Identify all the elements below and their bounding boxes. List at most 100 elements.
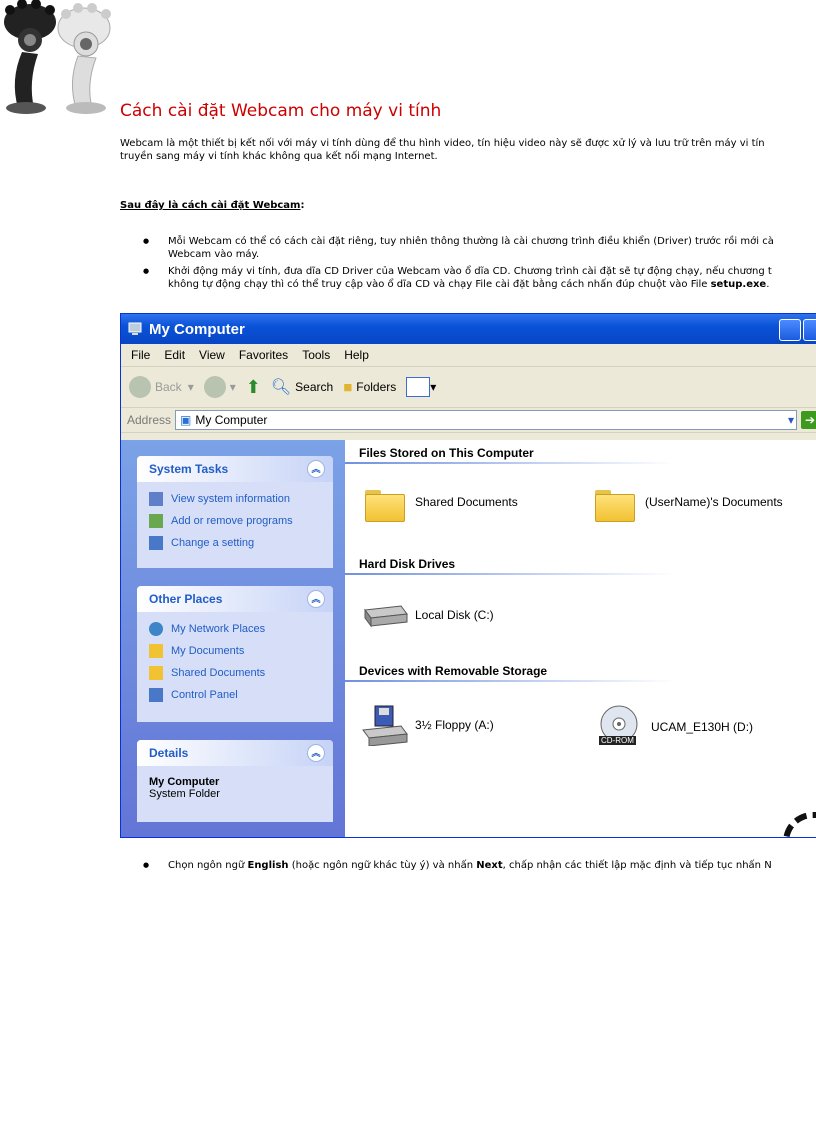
search-label: Search bbox=[295, 380, 334, 394]
forward-button[interactable]: ▾ bbox=[203, 376, 236, 398]
item-label: 3½ Floppy (A:) bbox=[415, 718, 494, 732]
network-icon bbox=[149, 622, 163, 636]
add-remove-icon bbox=[149, 514, 163, 528]
menu-view[interactable]: View bbox=[199, 348, 225, 362]
my-computer-icon bbox=[128, 322, 142, 335]
task-view-system-info[interactable]: View system information bbox=[137, 488, 333, 510]
task-label: View system information bbox=[171, 493, 291, 505]
menu-favorites[interactable]: Favorites bbox=[239, 348, 288, 362]
floppy-drive-item[interactable]: 3½ Floppy (A:) bbox=[361, 704, 494, 746]
user-documents-item[interactable]: (UserName)'s Documents bbox=[595, 486, 783, 522]
cdrom-icon: CD-ROM bbox=[595, 704, 643, 750]
toolbar: Back ▾ ▾ ⬆ 🔍︎ Search ■ Folders ▾ bbox=[121, 367, 816, 408]
task-add-remove-programs[interactable]: Add or remove programs bbox=[137, 510, 333, 532]
other-places-title: Other Places bbox=[149, 592, 223, 606]
highlight-dashed-outline bbox=[783, 812, 816, 837]
control-panel-icon bbox=[149, 688, 163, 702]
address-computer-icon: ▣ bbox=[180, 413, 192, 427]
place-label: My Documents bbox=[171, 645, 245, 657]
place-label: Control Panel bbox=[171, 689, 238, 701]
menu-help[interactable]: Help bbox=[344, 348, 369, 362]
intro-paragraph: Webcam là một thiết bị kết nối với máy v… bbox=[120, 137, 816, 163]
local-disk-item[interactable]: Local Disk (C:) bbox=[361, 600, 494, 630]
item-label: UCAM_E130H (D:) bbox=[651, 720, 754, 734]
menu-tools[interactable]: Tools bbox=[302, 348, 330, 362]
details-name: My Computer bbox=[149, 776, 220, 788]
system-info-icon bbox=[149, 492, 163, 506]
views-button[interactable]: ▾ bbox=[406, 377, 436, 397]
search-button[interactable]: 🔍︎ Search bbox=[271, 377, 333, 397]
collapse-chevron-icon[interactable]: ︽ bbox=[307, 460, 325, 478]
control-panel-icon bbox=[149, 536, 163, 550]
folder-icon bbox=[595, 486, 635, 522]
system-tasks-title: System Tasks bbox=[149, 462, 229, 476]
folder-icon bbox=[149, 644, 163, 658]
folders-icon: ■ bbox=[343, 378, 353, 396]
system-tasks-header[interactable]: System Tasks ︽ bbox=[137, 456, 333, 482]
item-label: (UserName)'s Documents bbox=[645, 495, 783, 509]
menu-edit[interactable]: Edit bbox=[164, 348, 185, 362]
address-label: Address bbox=[127, 413, 172, 427]
details-header[interactable]: Details ︽ bbox=[137, 740, 333, 766]
collapse-chevron-icon[interactable]: ︽ bbox=[307, 590, 325, 608]
intro-line-2: truyền sang máy vi tính khác không qua k… bbox=[120, 151, 438, 162]
section-divider bbox=[345, 680, 675, 682]
place-my-documents[interactable]: My Documents bbox=[137, 640, 333, 662]
back-arrow-icon bbox=[129, 376, 151, 398]
section-divider bbox=[345, 573, 675, 575]
removable-section-title: Devices with Removable Storage bbox=[359, 664, 548, 678]
section-heading: Sau đây là cách cài đặt Webcam: bbox=[120, 200, 304, 211]
bullet-2-period: . bbox=[766, 279, 770, 290]
task-change-setting[interactable]: Change a setting bbox=[137, 532, 333, 554]
place-control-panel[interactable]: Control Panel bbox=[137, 684, 333, 706]
collapse-chevron-icon[interactable]: ︽ bbox=[307, 744, 325, 762]
minimize-button[interactable] bbox=[779, 319, 801, 341]
content-pane: Files Stored on This Computer Shared Doc… bbox=[345, 440, 816, 837]
views-icon bbox=[406, 377, 431, 397]
menu-file[interactable]: File bbox=[131, 348, 150, 362]
search-icon: 🔍︎ bbox=[270, 379, 292, 396]
folders-button[interactable]: ■ Folders bbox=[343, 379, 396, 396]
maximize-button[interactable] bbox=[803, 319, 816, 341]
system-tasks-panel: System Tasks ︽ View system information Ad… bbox=[137, 456, 333, 568]
place-shared-documents[interactable]: Shared Documents bbox=[137, 662, 333, 684]
go-button[interactable]: ➔ bbox=[801, 411, 816, 429]
views-dropdown-icon: ▾ bbox=[430, 380, 437, 394]
details-type: System Folder bbox=[149, 788, 220, 800]
cdrom-drive-item[interactable]: CD-ROM UCAM_E130H (D:) bbox=[595, 704, 753, 750]
english-text: English bbox=[247, 860, 289, 871]
folders-label: Folders bbox=[356, 380, 397, 394]
address-field[interactable]: ▣ My Computer ▾ bbox=[175, 410, 797, 430]
bullet-3-end: , chấp nhận các thiết lập mặc định và ti… bbox=[502, 860, 772, 871]
back-button[interactable]: Back ▾ bbox=[129, 376, 194, 398]
address-value: My Computer bbox=[195, 413, 268, 427]
forward-arrow-icon bbox=[203, 376, 226, 398]
task-pane: System Tasks ︽ View system information Ad… bbox=[121, 440, 345, 837]
bullet-item-2: Khởi động máy vi tính, đưa dĩa CD Driver… bbox=[143, 265, 816, 291]
address-dropdown-icon[interactable]: ▾ bbox=[788, 413, 794, 427]
shared-documents-item[interactable]: Shared Documents bbox=[365, 486, 518, 522]
details-panel: Details ︽ My Computer System Folder bbox=[137, 740, 333, 822]
window-body: System Tasks ︽ View system information Ad… bbox=[121, 440, 816, 837]
back-label: Back bbox=[155, 380, 182, 394]
other-places-panel: Other Places ︽ My Network Places My Docum… bbox=[137, 586, 333, 722]
place-my-network[interactable]: My Network Places bbox=[137, 618, 333, 640]
place-label: My Network Places bbox=[171, 623, 266, 635]
page-title: Cách cài đặt Webcam cho máy vi tính bbox=[120, 101, 442, 121]
webcam-logo bbox=[4, 0, 111, 114]
setup-exe-text: setup.exe bbox=[710, 279, 767, 290]
bullet-2-line-2-text: không tự động chạy thì có thể truy cập v… bbox=[168, 279, 711, 290]
bullet-3-mid: (hoặc ngôn ngữ khác tùy ý) và nhấn bbox=[288, 860, 477, 871]
section-heading-colon: : bbox=[300, 200, 305, 211]
hdd-section-title: Hard Disk Drives bbox=[359, 557, 456, 571]
details-title: Details bbox=[149, 746, 189, 760]
bullet-1-line-2: Webcam vào máy. bbox=[168, 249, 260, 260]
bullet-2-line-2: không tự động chạy thì có thể truy cập v… bbox=[168, 278, 816, 291]
window-titlebar: My Computer bbox=[121, 314, 816, 344]
my-computer-window: My Computer File Edit View Favorites Too… bbox=[120, 313, 816, 838]
window-title: My Computer bbox=[149, 320, 245, 338]
other-places-header[interactable]: Other Places ︽ bbox=[137, 586, 333, 612]
item-label: Shared Documents bbox=[415, 495, 518, 509]
up-button[interactable]: ⬆ bbox=[246, 377, 261, 398]
forward-dropdown-icon: ▾ bbox=[229, 380, 236, 394]
